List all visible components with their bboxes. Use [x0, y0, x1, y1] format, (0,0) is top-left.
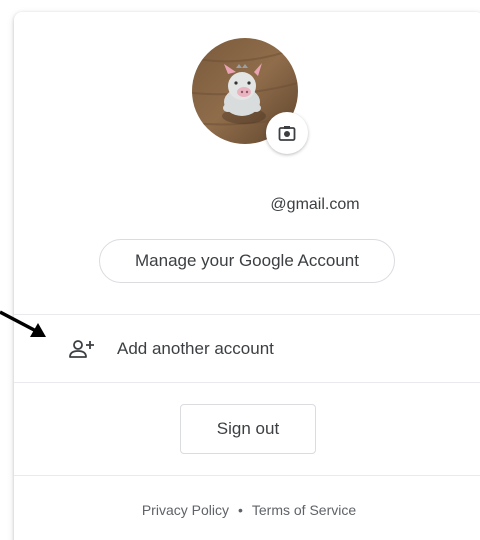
account-email: @gmail.com: [14, 196, 480, 214]
add-account-item[interactable]: Add another account: [14, 315, 480, 382]
divider-bottom: [14, 475, 480, 476]
person-add-icon: [69, 340, 94, 358]
change-photo-button[interactable]: [266, 112, 308, 154]
privacy-policy-link[interactable]: Privacy Policy: [142, 502, 229, 518]
sign-out-label: Sign out: [216, 419, 280, 438]
add-account-label: Add another account: [117, 339, 274, 358]
footer-separator: •: [237, 502, 243, 518]
footer-links: Privacy Policy • Terms of Service: [14, 502, 480, 518]
screen: @gmail.com Manage your Google Account Ad…: [0, 0, 480, 540]
camera-icon: [278, 126, 296, 141]
manage-account-label: Manage your Google Account: [135, 251, 359, 270]
sign-out-button[interactable]: Sign out: [180, 404, 316, 454]
account-menu-panel: @gmail.com Manage your Google Account Ad…: [14, 12, 480, 540]
email-text: @gmail.com: [270, 196, 360, 213]
terms-of-service-link[interactable]: Terms of Service: [252, 502, 356, 518]
manage-account-button[interactable]: Manage your Google Account: [99, 239, 395, 283]
annotation-arrow-icon: [0, 310, 46, 337]
divider-middle: [14, 382, 480, 383]
avatar-container: [192, 38, 308, 154]
